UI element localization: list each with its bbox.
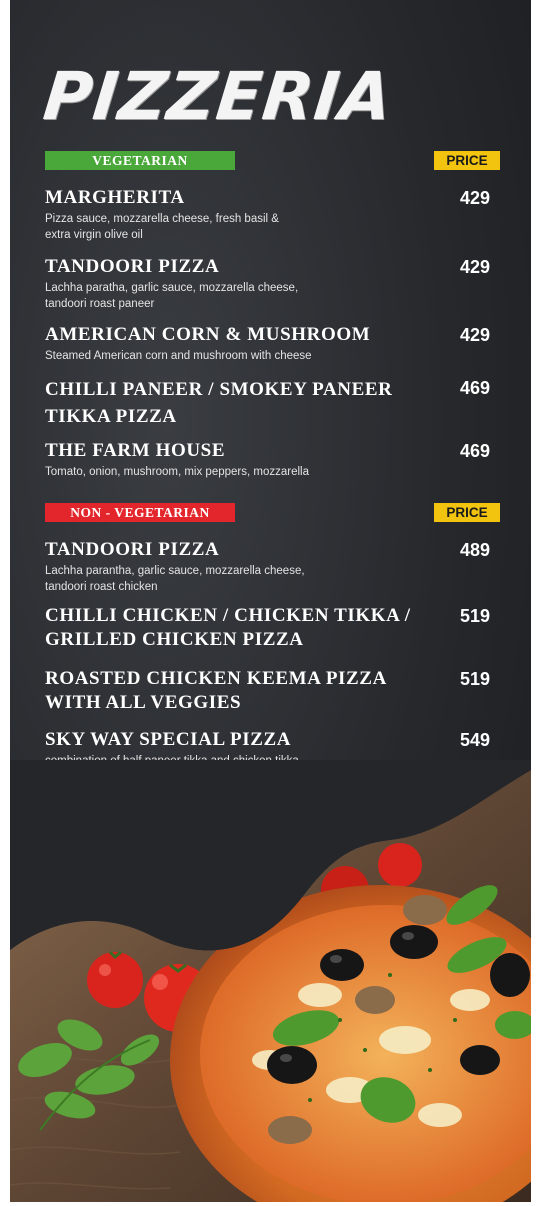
item-description: Lachha parantha, garlic sauce, mozzarell… [45, 563, 485, 595]
item-name: SKY WAY SPECIAL PIZZA [45, 729, 292, 750]
item-name: TANDOORI PIZZA [45, 256, 220, 277]
menu-item-margherita: MARGHERITA Pizza sauce, mozzarella chees… [45, 186, 485, 243]
item-price: 469 [459, 441, 490, 461]
item-description: Pizza sauce, mozzarella cheese, fresh ba… [45, 211, 485, 243]
item-price: 519 [459, 669, 490, 689]
item-price: 469 [459, 378, 490, 398]
item-name-line: ROASTED CHICKEN KEEMA PIZZA [45, 668, 387, 689]
item-price: 429 [459, 325, 490, 345]
item-description: Lachha paratha, garlic sauce, mozzarella… [45, 280, 485, 312]
menu-item-tandoori-pizza: TANDOORI PIZZA Lachha paratha, garlic sa… [45, 255, 485, 312]
item-description: Tomato, onion, mushroom, mix peppers, mo… [45, 464, 485, 480]
item-description-line: Steamed American corn and mushroom with … [45, 350, 312, 362]
menu-item-chilli-paneer: CHILLI PANEER / SMOKEY PANEER TIKKA PIZZ… [45, 376, 485, 430]
item-price: 519 [459, 606, 490, 626]
non-vegetarian-price-header: PRICE [434, 503, 500, 522]
menu-item-roasted-chicken-keema: ROASTED CHICKEN KEEMA PIZZA WITH ALL VEG… [45, 667, 485, 715]
item-description-line: Lachha parantha, garlic sauce, mozzarell… [45, 565, 305, 577]
item-description-line: Lachha paratha, garlic sauce, mozzarella… [45, 282, 299, 294]
menu-board: PIZZERIA VEGETARIAN PRICE MARGHERITA Piz… [10, 0, 531, 1202]
item-price: 489 [459, 540, 490, 560]
vegetarian-section-label: VEGETARIAN [45, 151, 235, 170]
item-name-line: GRILLED CHICKEN PIZZA [45, 629, 304, 650]
item-price: 549 [459, 730, 490, 750]
item-name-line: WITH ALL VEGGIES [45, 692, 242, 713]
item-name-line: TIKKA PIZZA [45, 406, 177, 427]
item-description-line: Tomato, onion, mushroom, mix peppers, mo… [45, 466, 309, 478]
pizza-photo [10, 760, 531, 1202]
item-description-line: Pizza sauce, mozzarella cheese, fresh ba… [45, 213, 279, 225]
item-name-line: CHILLI CHICKEN / CHICKEN TIKKA / [45, 605, 411, 626]
item-price: 429 [459, 188, 490, 208]
item-name-line: CHILLI PANEER / SMOKEY PANEER [45, 379, 393, 400]
item-name: MARGHERITA [45, 187, 185, 208]
vegetarian-price-header: PRICE [434, 151, 500, 170]
non-vegetarian-section-label: NON - VEGETARIAN [45, 503, 235, 522]
item-name: TANDOORI PIZZA [45, 539, 220, 560]
menu-item-chilli-chicken: CHILLI CHICKEN / CHICKEN TIKKA / GRILLED… [45, 604, 485, 652]
menu-item-tandoori-chicken-pizza: TANDOORI PIZZA Lachha parantha, garlic s… [45, 538, 485, 595]
item-price: 429 [459, 257, 490, 277]
item-description-line: tandoori roast paneer [45, 298, 155, 310]
item-description-line: extra virgin olive oil [45, 229, 143, 241]
item-description: Steamed American corn and mushroom with … [45, 348, 485, 364]
menu-item-farm-house: THE FARM HOUSE Tomato, onion, mushroom, … [45, 439, 485, 480]
item-name: AMERICAN CORN & MUSHROOM [45, 324, 371, 345]
menu-title: PIZZERIA [39, 58, 397, 135]
item-name: THE FARM HOUSE [45, 440, 226, 461]
menu-item-american-corn-mushroom: AMERICAN CORN & MUSHROOM Steamed America… [45, 323, 485, 364]
item-description-line: tandoori roast chicken [45, 581, 158, 593]
